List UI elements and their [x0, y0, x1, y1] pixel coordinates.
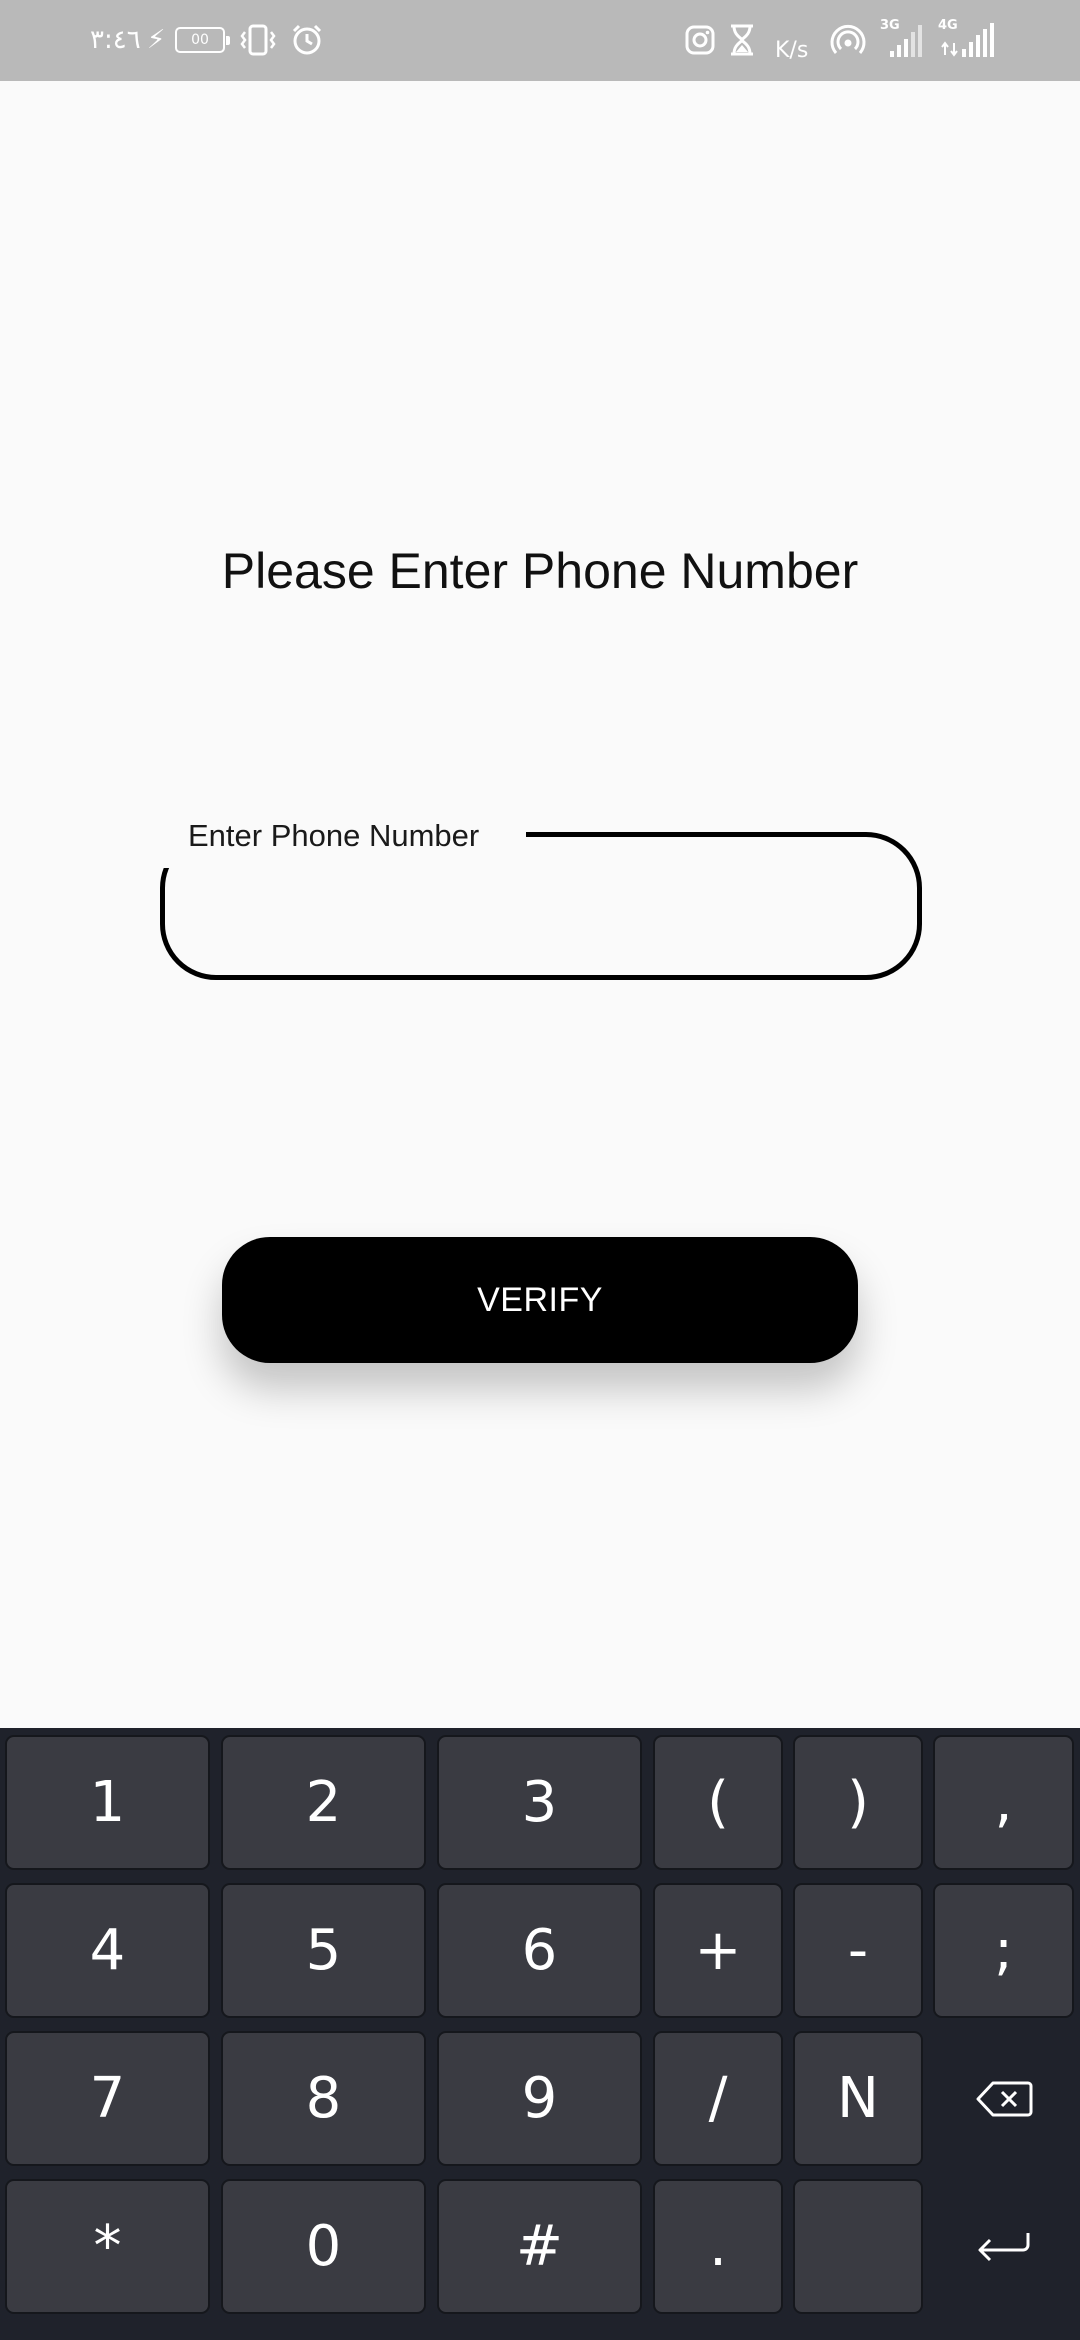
key[interactable]: - [793, 1883, 923, 2018]
key[interactable]: 7 [5, 2031, 210, 2166]
key[interactable]: # [437, 2179, 642, 2314]
enter-icon [975, 2227, 1033, 2267]
key-blank[interactable] [793, 2179, 923, 2314]
key[interactable]: 1 [5, 1735, 210, 1870]
key[interactable]: * [5, 2179, 210, 2314]
key[interactable]: ( [653, 1735, 783, 1870]
key[interactable]: . [653, 2179, 783, 2314]
key[interactable]: 4 [5, 1883, 210, 2018]
hourglass-icon [727, 20, 757, 60]
key[interactable]: N [793, 2031, 923, 2166]
phone-field-label: Enter Phone Number [188, 818, 480, 853]
status-time: ٣:٤٦ [90, 25, 141, 55]
vibrate-icon [240, 20, 276, 60]
key[interactable]: 9 [437, 2031, 642, 2166]
charging-icon: ⚡ [147, 25, 166, 55]
key[interactable]: 8 [221, 2031, 426, 2166]
key[interactable]: 0 [221, 2179, 426, 2314]
key[interactable]: + [653, 1883, 783, 2018]
key[interactable]: 2 [221, 1735, 426, 1870]
signal-3g-label: 3G [880, 18, 900, 33]
signal-3g-icon: 3G [880, 18, 926, 60]
numeric-keyboard: 1 2 3(), 4 5 6 + -; 7 8 9/N * 0 #. [0, 1728, 1080, 2340]
key[interactable]: 3 [437, 1735, 642, 1870]
enter-key[interactable] [933, 2179, 1074, 2314]
network-speed: K/s [775, 37, 809, 63]
key[interactable]: 5 [221, 1883, 426, 2018]
page-title: Please Enter Phone Number [221, 543, 859, 599]
hotspot-icon [830, 20, 866, 60]
key[interactable]: ) [793, 1735, 923, 1870]
phone-number-input[interactable] [190, 862, 890, 952]
key[interactable]: / [653, 2031, 783, 2166]
alarm-icon [290, 20, 324, 60]
signal-4g-icon: 4G [938, 18, 996, 60]
verify-button[interactable]: VERIFY [222, 1237, 858, 1363]
battery-icon: 00 [175, 27, 230, 53]
backspace-key[interactable] [933, 2031, 1074, 2166]
instagram-icon [684, 20, 716, 60]
status-bar: ٣:٤٦ ⚡ 00 K/s 3G 4G [0, 0, 1080, 81]
key[interactable]: 6 [437, 1883, 642, 2018]
key[interactable]: ; [933, 1883, 1074, 2018]
key[interactable]: , [933, 1735, 1074, 1870]
backspace-icon [975, 2080, 1033, 2118]
signal-4g-label: 4G [938, 18, 958, 33]
